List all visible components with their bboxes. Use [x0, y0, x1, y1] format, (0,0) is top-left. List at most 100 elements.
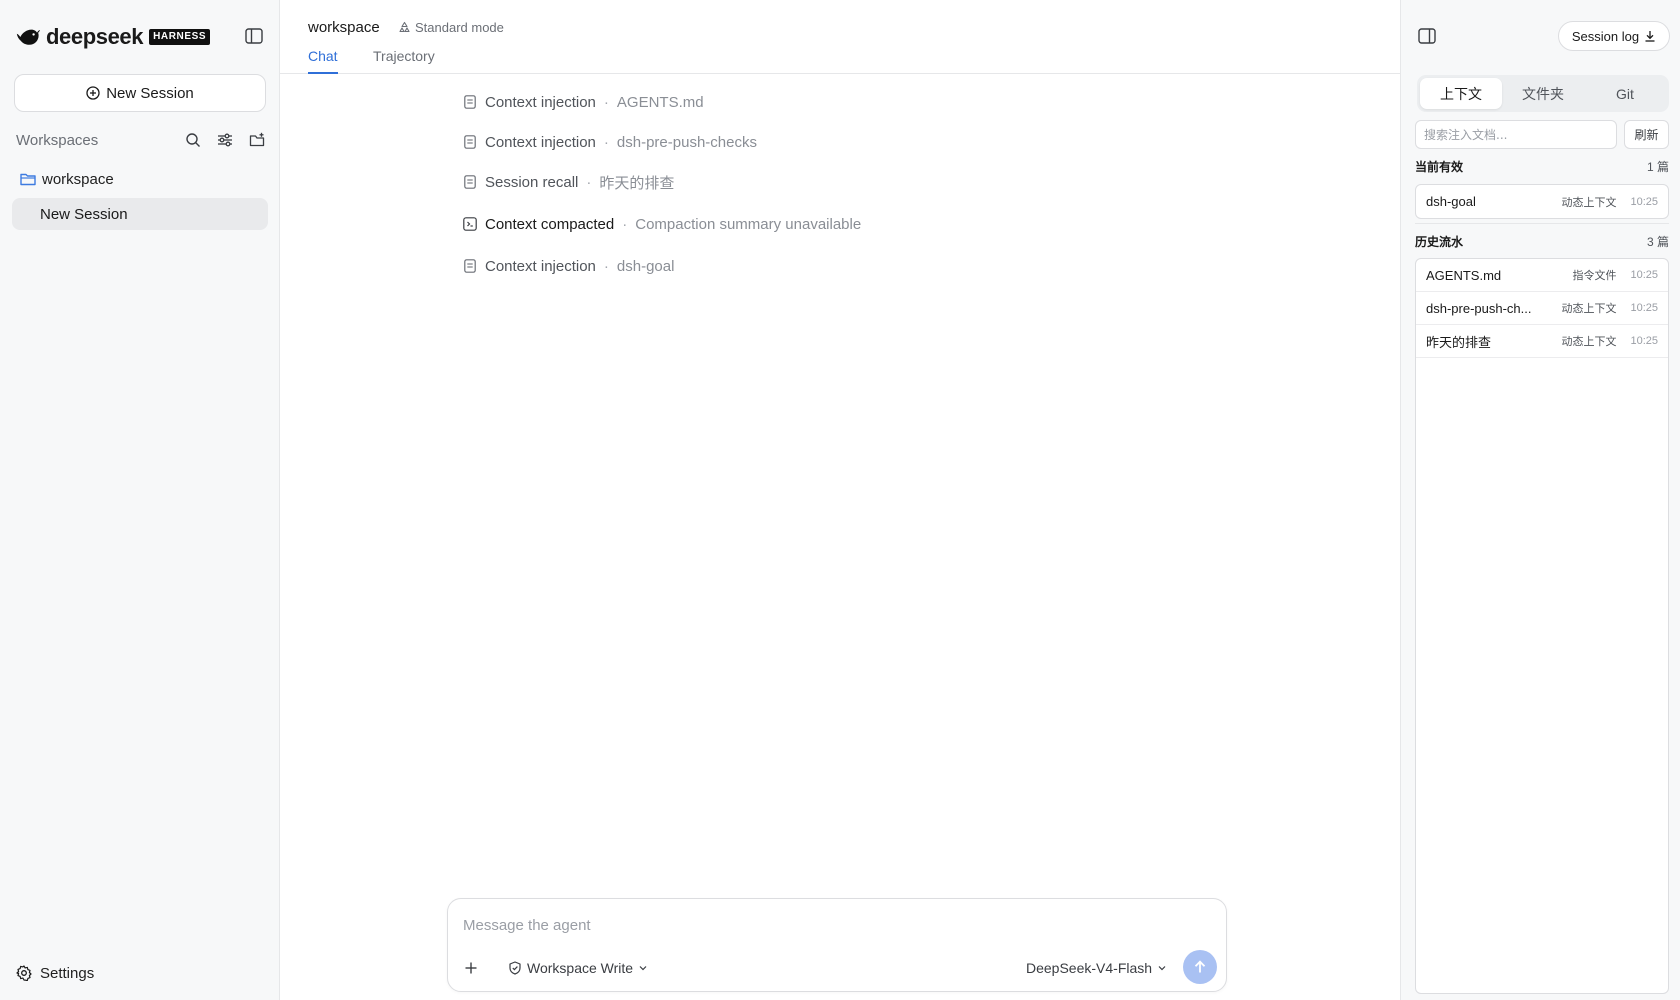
gear-icon	[16, 965, 32, 981]
doc-time: 10:25	[1630, 302, 1658, 314]
session-log-button[interactable]: Session log	[1558, 21, 1670, 51]
event-title: Context injection	[485, 133, 596, 151]
workspaces-label: Workspaces	[16, 131, 99, 149]
new-session-label: New Session	[106, 84, 194, 102]
doc-name: 昨天的排查	[1426, 334, 1492, 350]
history-section-header: 历史流水 3 篇	[1415, 232, 1669, 250]
doc-kind: 指令文件	[1572, 270, 1617, 282]
chevron-down-icon	[638, 963, 648, 973]
doc-row[interactable]: dsh-pre-push-ch... 动态上下文 10:25	[1416, 292, 1668, 325]
download-icon	[1644, 30, 1656, 42]
section-title: 当前有效	[1415, 159, 1464, 174]
document-icon	[463, 175, 477, 189]
doc-name: AGENTS.md	[1426, 267, 1502, 283]
session-log-label: Session log	[1571, 28, 1640, 44]
event-item[interactable]: Context injection · AGENTS.md	[463, 92, 704, 112]
doc-search-input[interactable]	[1415, 120, 1617, 149]
session-item[interactable]: New Session	[12, 198, 268, 230]
settings-button[interactable]: Settings	[16, 962, 94, 984]
mode-label: Standard mode	[415, 20, 504, 35]
event-detail: dsh-pre-push-checks	[616, 133, 757, 151]
event-separator: ·	[603, 93, 609, 111]
doc-row[interactable]: 昨天的排查 动态上下文 10:25	[1416, 325, 1668, 358]
brand-badge: HARNESS	[149, 29, 211, 45]
refresh-button[interactable]: 刷新	[1624, 120, 1669, 149]
whale-logo-icon	[16, 27, 42, 47]
event-item[interactable]: Session recall · 昨天的排查	[463, 172, 674, 192]
document-icon	[463, 135, 477, 149]
event-separator: ·	[603, 133, 609, 151]
doc-row[interactable]: dsh-goal 动态上下文 10:25	[1416, 185, 1668, 218]
send-button[interactable]	[1183, 950, 1217, 984]
tab-folder[interactable]: 文件夹	[1502, 78, 1584, 109]
event-title: Context injection	[485, 93, 596, 111]
event-separator: ·	[622, 215, 628, 233]
main-panel: workspace Standard mode Chat Trajectory …	[280, 0, 1400, 1000]
doc-time: 10:25	[1630, 269, 1658, 281]
tab-trajectory[interactable]: Trajectory	[373, 48, 435, 74]
doc-kind: 动态上下文	[1561, 196, 1617, 209]
event-item[interactable]: Context injection · dsh-goal	[463, 256, 674, 276]
section-count: 3 篇	[1646, 234, 1669, 249]
new-folder-icon[interactable]	[248, 131, 266, 149]
brand: deepseek HARNESS	[16, 24, 211, 50]
tab-context[interactable]: 上下文	[1420, 78, 1502, 109]
tab-git[interactable]: Git	[1584, 78, 1666, 109]
brand-name: deepseek	[46, 24, 144, 49]
event-detail: 昨天的排查	[599, 174, 675, 192]
sidebar-toggle-icon[interactable]	[244, 26, 264, 46]
event-detail: Compaction summary unavailable	[635, 215, 862, 233]
settings-label: Settings	[40, 964, 95, 982]
compact-icon	[463, 217, 477, 231]
message-input[interactable]	[463, 913, 1203, 937]
event-title: Context compacted	[485, 215, 615, 233]
filter-sliders-icon[interactable]	[216, 131, 234, 149]
composer: Workspace Write DeepSeek-V4-Flash	[447, 898, 1227, 992]
event-separator: ·	[603, 257, 609, 275]
doc-name: dsh-goal	[1426, 194, 1476, 209]
document-icon	[463, 259, 477, 273]
folder-icon	[20, 172, 36, 186]
model-dropdown[interactable]: DeepSeek-V4-Flash	[1026, 957, 1167, 979]
permission-label: Workspace Write	[527, 960, 634, 976]
current-doc-list: dsh-goal 动态上下文 10:25	[1415, 184, 1669, 219]
event-detail: AGENTS.md	[616, 93, 704, 111]
doc-time: 10:25	[1630, 335, 1658, 347]
event-item[interactable]: Context compacted · Compaction summary u…	[463, 214, 861, 234]
workspaces-header: Workspaces	[16, 130, 266, 150]
arrow-up-icon	[1192, 959, 1208, 975]
context-panel: Session log 上下文 文件夹 Git 刷新 当前有效 1 篇 dsh-…	[1400, 0, 1680, 1000]
doc-kind: 动态上下文	[1561, 336, 1617, 348]
page-title: workspace	[308, 19, 380, 36]
sidebar: deepseek HARNESS New Session Workspaces …	[0, 0, 280, 1000]
panel-toggle-icon[interactable]	[1417, 26, 1437, 46]
plus-circle-icon	[86, 86, 100, 100]
event-item[interactable]: Context injection · dsh-pre-push-checks	[463, 132, 757, 152]
event-title: Context injection	[485, 257, 596, 275]
new-session-button[interactable]: New Session	[14, 74, 266, 112]
divider	[1415, 223, 1669, 224]
document-icon	[463, 95, 477, 109]
tab-chat[interactable]: Chat	[308, 48, 338, 74]
model-label: DeepSeek-V4-Flash	[1026, 960, 1153, 976]
doc-kind: 动态上下文	[1561, 303, 1617, 315]
event-detail: dsh-goal	[616, 257, 675, 275]
search-icon[interactable]	[184, 131, 202, 149]
chevron-down-icon	[1157, 963, 1167, 973]
event-title: Session recall	[485, 173, 579, 191]
event-separator: ·	[586, 173, 592, 191]
main-header: workspace Standard mode Chat Trajectory	[280, 0, 1400, 74]
history-doc-list: AGENTS.md 指令文件 10:25 dsh-pre-push-ch... …	[1415, 258, 1669, 994]
doc-row[interactable]: AGENTS.md 指令文件 10:25	[1416, 259, 1668, 292]
workspace-name: workspace	[42, 170, 114, 188]
current-section-header: 当前有效 1 篇	[1415, 157, 1669, 175]
section-title: 历史流水	[1415, 234, 1464, 249]
workspace-item[interactable]: workspace	[20, 169, 114, 189]
plus-icon[interactable]	[458, 955, 484, 981]
section-count: 1 篇	[1646, 159, 1669, 174]
permission-dropdown[interactable]: Workspace Write	[508, 957, 648, 979]
doc-name: dsh-pre-push-ch...	[1426, 300, 1532, 316]
shield-icon	[508, 961, 522, 975]
recycle-icon	[398, 21, 411, 34]
panel-tabs: 上下文 文件夹 Git	[1417, 75, 1669, 112]
